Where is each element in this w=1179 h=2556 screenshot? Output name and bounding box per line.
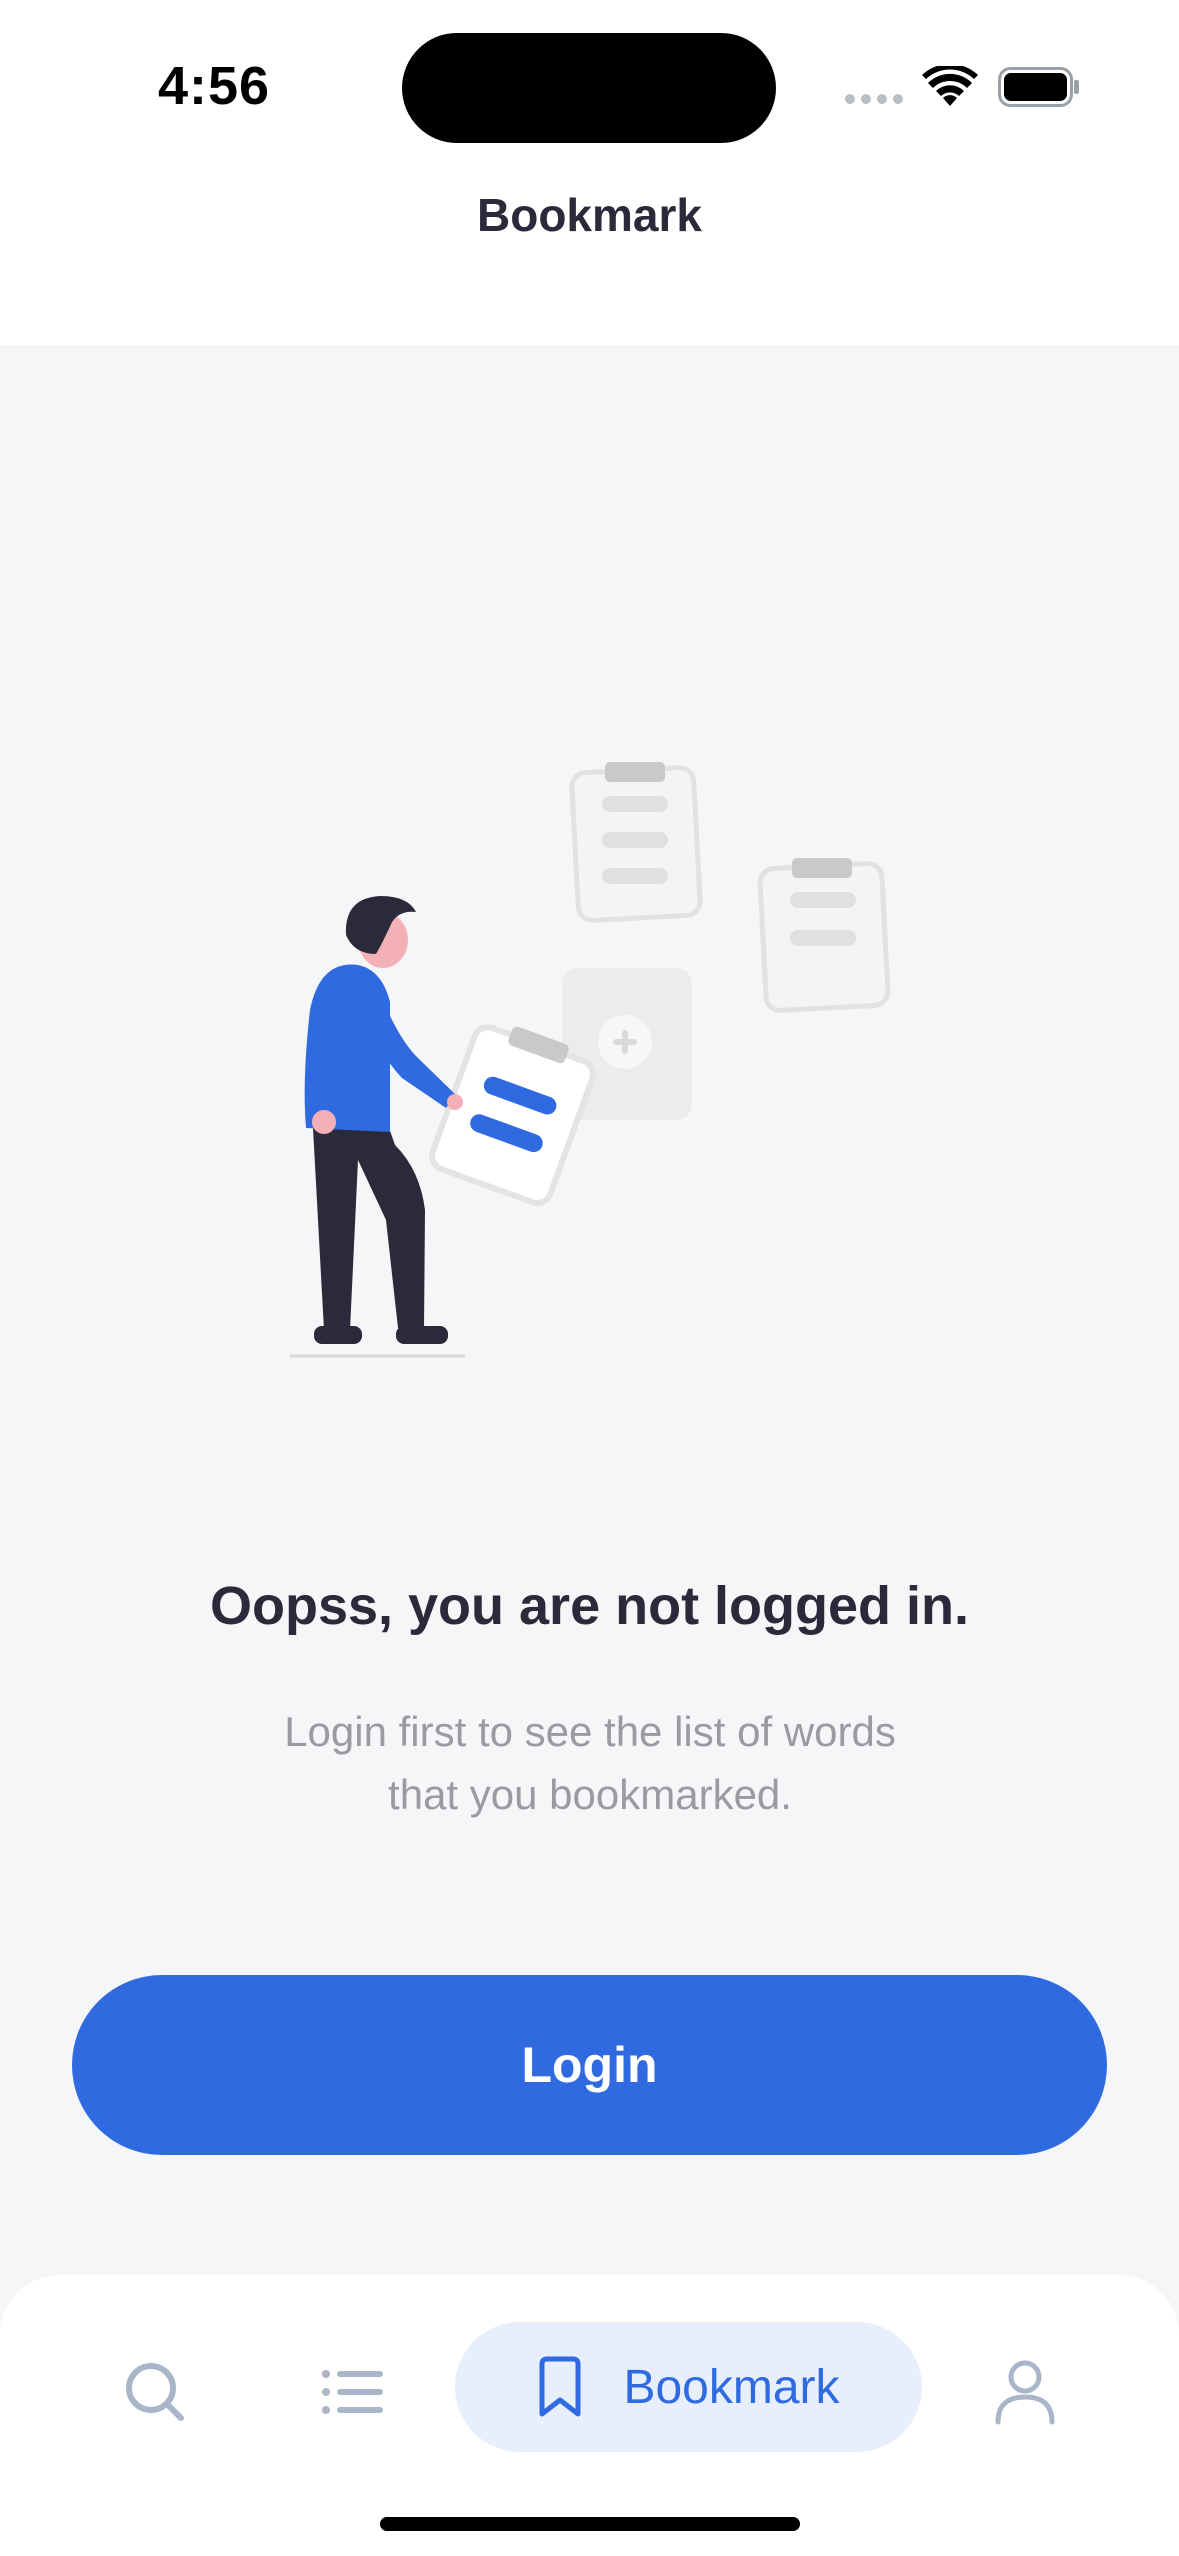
search-icon (126, 2363, 184, 2421)
empty-state-title: Oopss, you are not logged in. (209, 1576, 970, 1636)
cellular-signal-icon (845, 94, 903, 104)
clipboard-icon (569, 762, 703, 923)
tab-bookmark[interactable]: Bookmark (455, 2322, 922, 2452)
bookmark-icon (539, 2356, 581, 2417)
login-button[interactable]: Login (72, 1975, 1107, 2155)
tab-bookmark-label: Bookmark (623, 2360, 840, 2414)
tab-profile[interactable] (975, 2342, 1075, 2442)
empty-state-description: Login first to see the list of words tha… (190, 1700, 990, 1826)
battery-icon (998, 67, 1079, 107)
status-bar: 4:56 (0, 0, 1179, 175)
tab-list[interactable] (303, 2342, 403, 2442)
clipboard-icon (757, 858, 891, 1013)
app-header: Bookmark (0, 175, 1179, 345)
empty-state-description-line: Login first to see the list of words (284, 1708, 896, 1755)
empty-state-description-line: that you bookmarked. (388, 1771, 792, 1818)
status-time: 4:56 (158, 56, 271, 116)
list-icon (322, 2370, 383, 2414)
wifi-icon (922, 66, 978, 106)
dynamic-island (402, 33, 776, 143)
page-title: Bookmark (477, 189, 702, 241)
tab-search[interactable] (105, 2342, 205, 2442)
person-with-clipboards-illustration (290, 762, 891, 1358)
home-indicator (380, 2517, 800, 2531)
profile-icon (995, 2360, 1055, 2425)
person-figure (304, 896, 463, 1344)
